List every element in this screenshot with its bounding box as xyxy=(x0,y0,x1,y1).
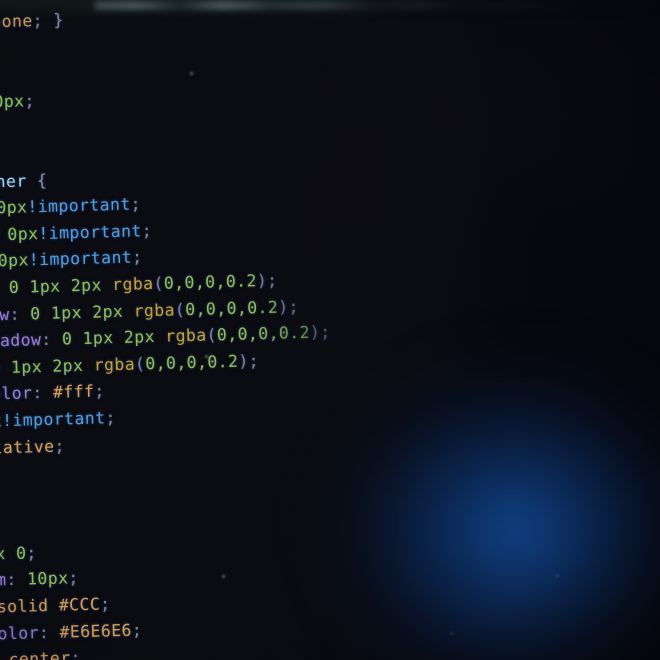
code-text-block: display: none; } bottom: 50px; ontent-in… xyxy=(0,0,660,660)
photo-of-code-editor-screen: display: none; } bottom: 50px; ontent-in… xyxy=(0,0,660,660)
